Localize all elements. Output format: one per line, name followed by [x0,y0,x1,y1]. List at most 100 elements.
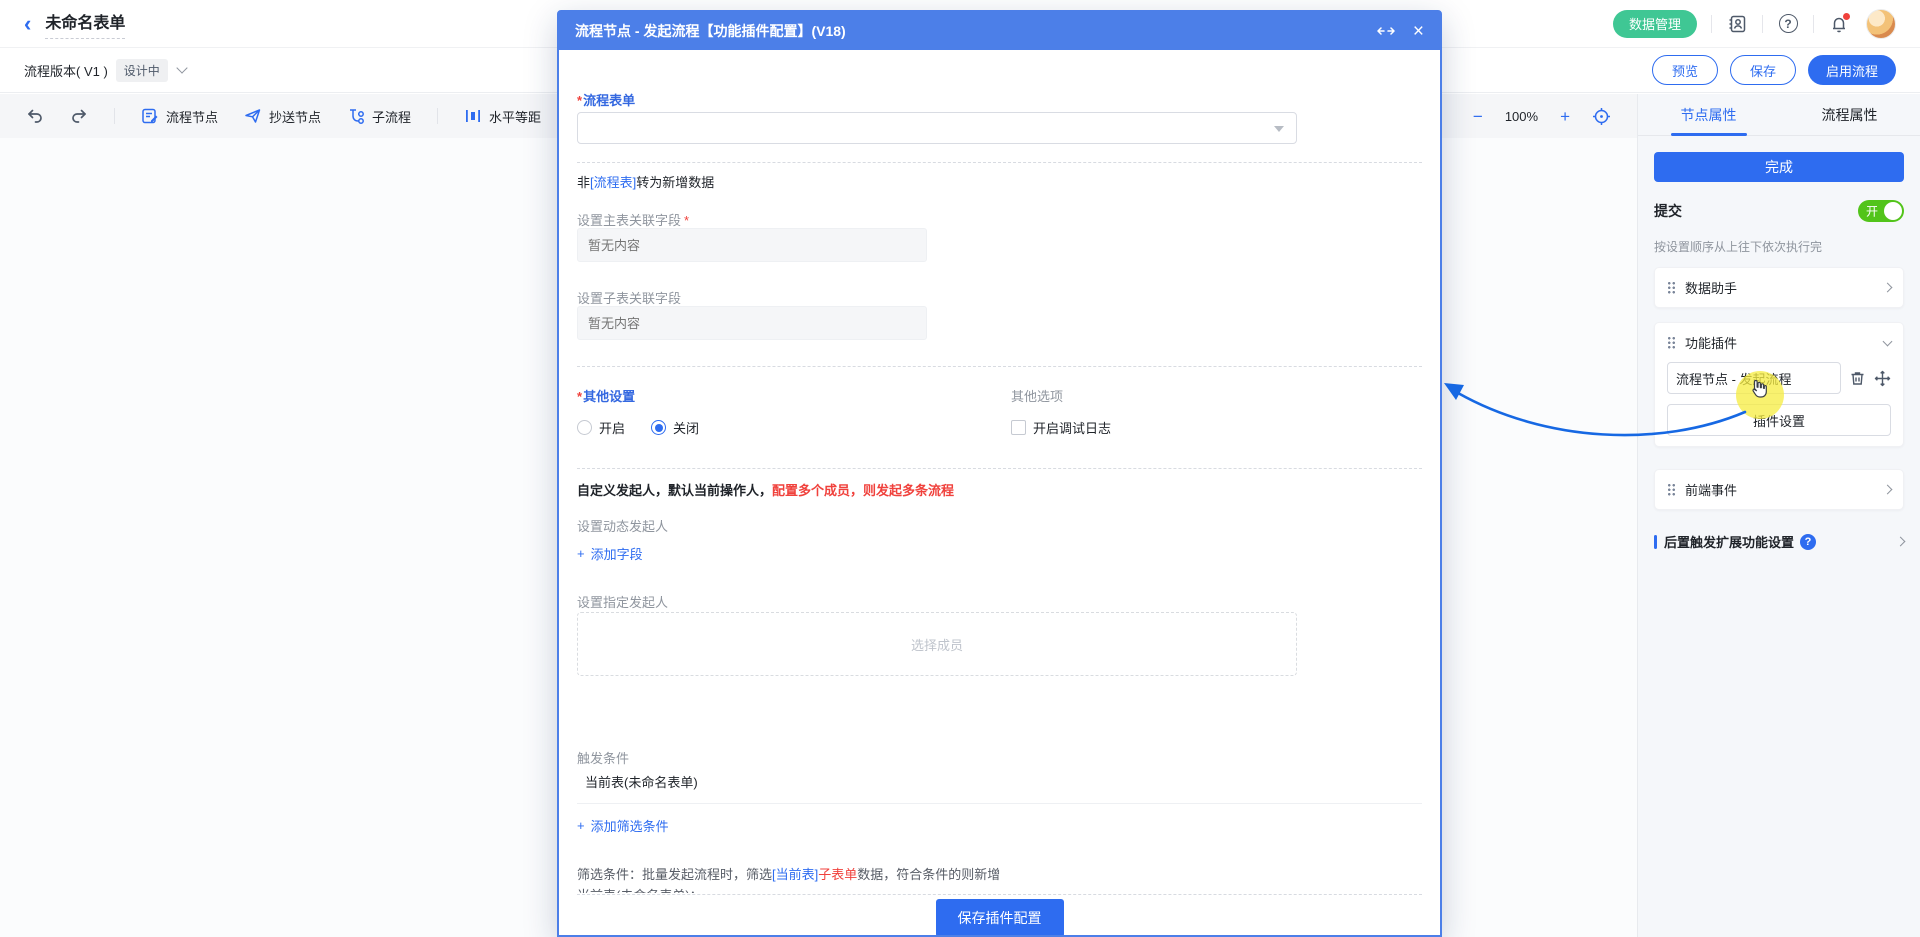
convert-note: 非[流程表]转为新增数据 [577,172,1422,191]
radio-close-label: 关闭 [673,418,699,437]
function-plugin-header[interactable]: 功能插件 [1667,333,1891,352]
drag-handle-icon[interactable] [1667,281,1676,294]
form-section-label: *流程表单 [577,93,635,108]
horizontal-space-icon [464,107,482,125]
zoom-out-button[interactable]: − [1473,108,1483,125]
drag-handle-icon[interactable] [1667,483,1676,496]
trigger-value: 当前表(未命名表单) [577,772,1422,804]
zoom-level: 100% [1505,109,1538,124]
divider [1711,15,1712,33]
chevron-down-icon[interactable] [176,62,187,73]
plugin-settings-button[interactable]: 插件设置 [1667,404,1891,436]
status-badge: 设计中 [116,59,168,82]
form-title[interactable]: 未命名表单 [45,9,125,39]
help-circle-icon[interactable]: ? [1800,534,1816,550]
expand-icon[interactable] [1377,25,1395,37]
delete-plugin-icon[interactable] [1849,370,1866,387]
post-trigger-settings[interactable]: 后置触发扩展功能设置 ? [1654,532,1904,551]
trigger-label: 触发条件 [577,748,1422,767]
card-function-plugin: 功能插件 [1654,322,1904,447]
locate-center-icon[interactable] [1592,107,1611,126]
flow-form-select[interactable] [577,112,1297,144]
add-subflow-button[interactable]: 子流程 [347,107,411,126]
dashed-divider [577,366,1422,367]
paper-plane-icon [244,107,262,125]
debug-log-label: 开启调试日志 [1033,418,1111,437]
flow-table-link[interactable]: [流程表] [590,175,636,190]
dashed-divider [577,894,1422,895]
add-flow-node-button[interactable]: 流程节点 [141,107,218,126]
horizontal-space-button[interactable]: 水平等距 [464,107,541,126]
section-bar [1654,535,1657,549]
enable-flow-button[interactable]: 启用流程 [1808,55,1896,85]
sub-field-input[interactable] [577,306,927,340]
tab-flow-properties[interactable]: 流程属性 [1779,94,1920,135]
flow-node-icon [141,107,159,125]
cc-node-label: 抄送节点 [269,107,321,126]
save-plugin-config-button[interactable]: 保存插件配置 [936,899,1064,935]
radio-open-label: 开启 [599,418,625,437]
radio-circle-icon [577,420,592,435]
clipped-text: 当前表(未命名表单)： [577,885,1422,893]
move-plugin-icon[interactable] [1874,370,1891,387]
modal-header[interactable]: 流程节点 - 发起流程【功能插件配置】(V18) × [559,12,1440,50]
radio-selected-icon [651,420,666,435]
add-filter-link[interactable]: + 添加筛选条件 [577,816,669,835]
modal-title: 流程节点 - 发起流程【功能插件配置】(V18) [575,21,1359,41]
radio-close[interactable]: 关闭 [651,418,699,437]
notification-bell-icon[interactable] [1828,13,1850,35]
radio-open[interactable]: 开启 [577,418,625,437]
plugin-config-modal: 流程节点 - 发起流程【功能插件配置】(V18) × *流程表单 非[流程表]转… [557,10,1442,937]
tab-node-properties[interactable]: 节点属性 [1638,94,1779,135]
checkbox-icon [1011,420,1026,435]
main-field-label: 设置主表关联字段* [577,210,1422,229]
chevron-right-icon[interactable] [1896,537,1906,547]
submit-toggle[interactable]: 开 [1858,200,1904,222]
filter-note: 筛选条件：批量发起流程时，筛选[当前表]子表单数据，符合条件的则新增 [577,864,1422,883]
modal-body: *流程表单 非[流程表]转为新增数据 设置主表关联字段* 设置子表关联字段 *其… [559,50,1440,935]
divider [1813,15,1814,33]
help-icon[interactable]: ? [1777,13,1799,35]
data-manage-button[interactable]: 数据管理 [1613,10,1697,38]
undo-button[interactable] [26,107,44,125]
chevron-right-icon[interactable] [1883,283,1893,293]
chevron-down-icon[interactable] [1883,336,1893,346]
panel-tabs: 节点属性 流程属性 [1638,94,1920,136]
toggle-on-label: 开 [1866,203,1878,220]
plus-icon: + [577,818,585,833]
card-data-helper[interactable]: 数据助手 [1654,267,1904,308]
toggle-knob [1884,202,1902,220]
add-cc-node-button[interactable]: 抄送节点 [244,107,321,126]
front-event-label: 前端事件 [1685,480,1875,499]
add-field-link[interactable]: + 添加字段 [577,544,643,563]
chevron-right-icon[interactable] [1883,485,1893,495]
subflow-label: 子流程 [372,107,411,126]
function-plugin-label: 功能插件 [1685,333,1875,352]
other-settings-label: *其他设置 [577,386,957,405]
user-avatar[interactable] [1866,9,1896,39]
contacts-icon[interactable] [1726,13,1748,35]
debug-log-checkbox[interactable]: 开启调试日志 [1011,418,1211,437]
divider [1762,15,1763,33]
order-note: 按设置顺序从上往下依次执行完 [1654,238,1904,255]
done-button[interactable]: 完成 [1654,152,1904,182]
select-member-box[interactable]: 选择成员 [577,612,1297,676]
back-icon[interactable]: ‹ [24,13,31,35]
zoom-in-button[interactable]: + [1560,108,1570,125]
dashed-divider [577,162,1422,163]
redo-button[interactable] [70,107,88,125]
close-icon[interactable]: × [1413,22,1424,41]
subflow-icon [347,107,365,125]
drag-handle-icon[interactable] [1667,336,1676,349]
main-field-input[interactable] [577,228,927,262]
divider [114,108,115,124]
select-caret-icon [1274,126,1284,132]
current-table-link[interactable]: [当前表] [772,867,818,882]
dynamic-initiator-label: 设置动态发起人 [577,516,1422,535]
preview-button[interactable]: 预览 [1652,55,1718,85]
card-front-event[interactable]: 前端事件 [1654,469,1904,510]
horizontal-space-label: 水平等距 [489,107,541,126]
assigned-initiator-label: 设置指定发起人 [577,592,1422,611]
plugin-name-input[interactable] [1667,362,1841,394]
save-button[interactable]: 保存 [1730,55,1796,85]
